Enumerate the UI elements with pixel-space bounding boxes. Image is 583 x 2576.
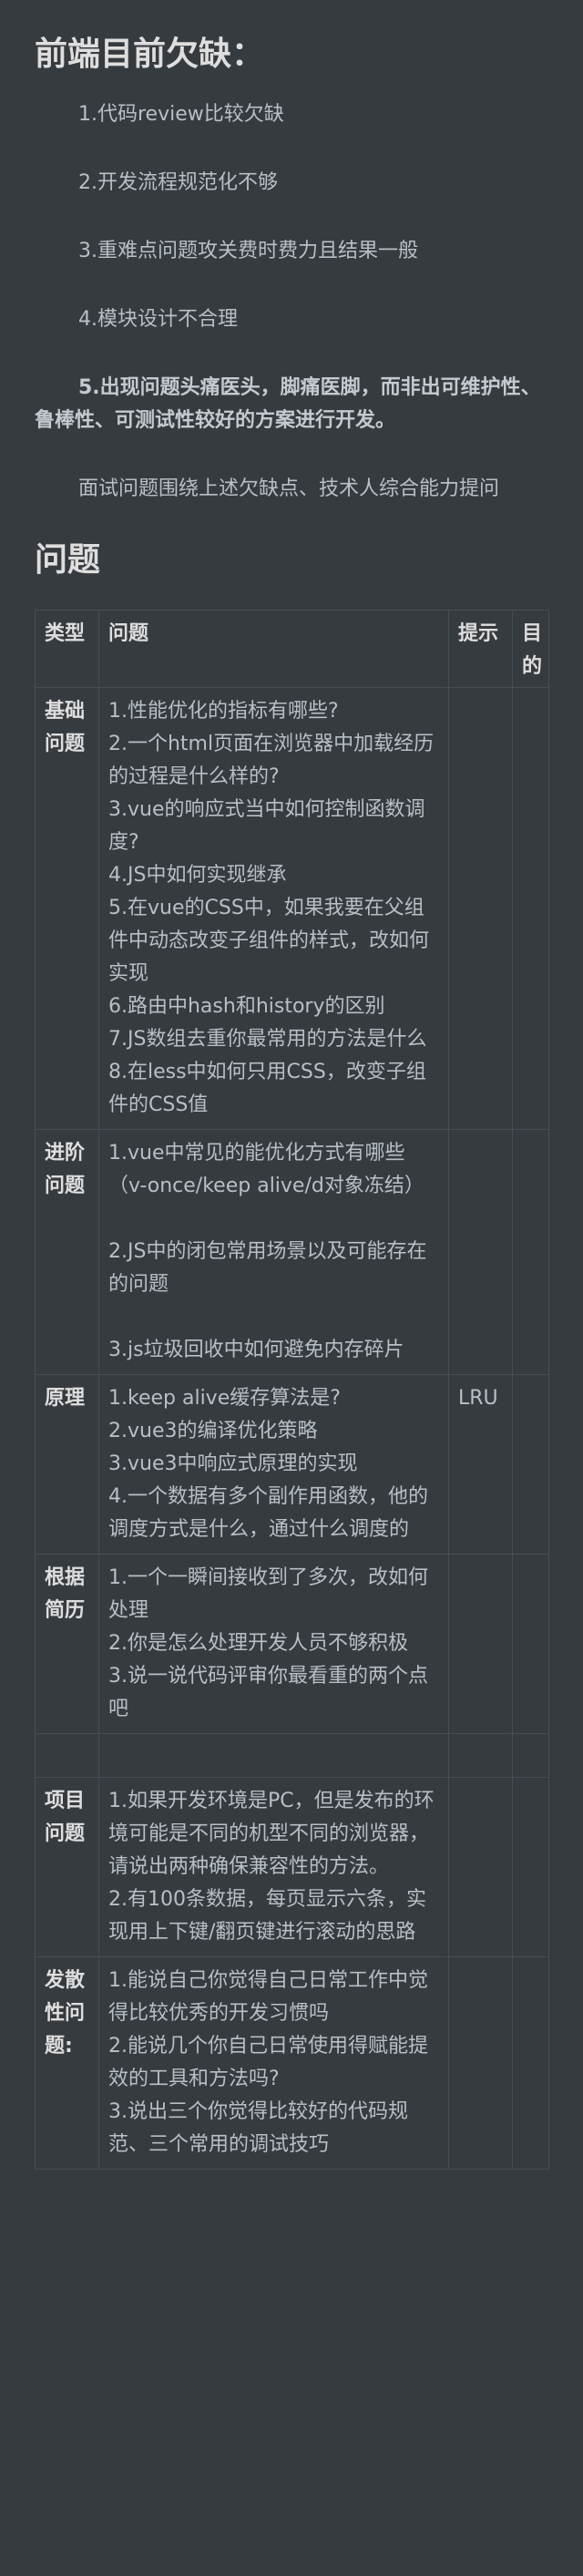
question-item: 1.性能优化的指标有哪些? bbox=[108, 700, 339, 723]
question-purpose bbox=[512, 1129, 549, 1375]
question-category: 原理 bbox=[35, 1374, 99, 1555]
question-category: 根据简历 bbox=[35, 1554, 99, 1734]
question-item: 3.vue3中响应式原理的实现 bbox=[108, 1452, 358, 1475]
question-item: 6.路由中hash和history的区别 bbox=[108, 995, 385, 1018]
question-item: 1.vue中常见的能优化方式有哪些（v-once/keep alive/d对象冻… bbox=[108, 1142, 424, 1197]
section-title-questions: 问题 bbox=[35, 541, 101, 579]
question-item: 3.说出三个你觉得比较好的代码规范、三个常用的调试技巧 bbox=[108, 2100, 408, 2156]
question-spacer bbox=[108, 1203, 437, 1236]
question-hint bbox=[448, 1956, 513, 2170]
question-item: 4.一个数据有多个副作用函数，他的调度方式是什么，通过什么调度的 bbox=[108, 1485, 428, 1541]
question-item: 2.有100条数据，每页显示六条，实现用上下键/翻页键进行滚动的思路 bbox=[108, 1888, 426, 1944]
question-category: 发散性问题: bbox=[35, 1956, 99, 2170]
questions-table: 类型 问题 提示 目的 基础问题 1.性能优化的指标有哪些? 2.一个html页面在… bbox=[35, 610, 549, 2170]
question-item: 1.keep alive缓存算法是? bbox=[108, 1387, 341, 1410]
question-item: 1.能说自己你觉得自己日常工作中觉得比较优秀的开发习惯吗 bbox=[108, 1969, 428, 2025]
question-hint bbox=[448, 1554, 513, 1734]
question-category bbox=[35, 1733, 99, 1778]
shortcomings-list: 1.代码review比较欠缺 2.开发流程规范化不够 3.重难点问题攻关费时费力… bbox=[35, 98, 548, 506]
table-header-row: 类型 问题 提示 目的 bbox=[35, 610, 549, 688]
question-item: 3.vue的响应式当中如何控制函数调度? bbox=[108, 798, 425, 854]
question-purpose bbox=[512, 1777, 549, 1957]
question-item: 8.在less中如何只用CSS，改变子组件的CSS值 bbox=[108, 1061, 426, 1116]
question-list: 1.keep alive缓存算法是? 2.vue3的编译优化策略 3.vue3中响应… bbox=[98, 1374, 449, 1555]
header-purpose: 目的 bbox=[512, 610, 549, 688]
question-list: 1.能说自己你觉得自己日常工作中觉得比较优秀的开发习惯吗 2.能说几个你自己日常使… bbox=[98, 1956, 449, 2170]
question-item: 2.一个html页面在浏览器中加载经历的过程是什么样的? bbox=[108, 733, 435, 788]
question-list: 1.vue中常见的能优化方式有哪些（v-once/keep alive/d对象冻… bbox=[98, 1129, 449, 1375]
question-item: 2.vue3的编译优化策略 bbox=[108, 1420, 318, 1442]
question-hint bbox=[448, 1777, 513, 1957]
question-list bbox=[98, 1733, 449, 1778]
question-spacer bbox=[108, 1301, 437, 1334]
question-hint bbox=[448, 1129, 513, 1375]
shortcoming-item: 5.出现问题头痛医头，脚痛医脚，而非出可维护性、鲁棒性、可测试性较好的方案进行开… bbox=[35, 376, 541, 432]
table-row bbox=[35, 1733, 549, 1778]
question-hint bbox=[448, 687, 513, 1130]
question-item: 3.说一说代码评审你最看重的两个点吧 bbox=[108, 1665, 428, 1720]
question-item: 4.JS中如何实现继承 bbox=[108, 864, 287, 887]
question-category: 进阶问题 bbox=[35, 1129, 99, 1375]
question-purpose bbox=[512, 687, 549, 1130]
shortcoming-item: 3.重难点问题攻关费时费力且结果一般 bbox=[78, 240, 418, 262]
table-body: 基础问题 1.性能优化的指标有哪些? 2.一个html页面在浏览器中加载经历的过程是… bbox=[35, 687, 549, 2170]
document-page: 前端目前欠缺： 1.代码review比较欠缺 2.开发流程规范化不够 3.重难点… bbox=[0, 0, 583, 2576]
table-row: 原理 1.keep alive缓存算法是? 2.vue3的编译优化策略 3.vue3中… bbox=[35, 1374, 549, 1555]
question-item: 2.你是怎么处理开发人员不够积极 bbox=[108, 1632, 408, 1655]
question-item: 2.JS中的闭包常用场景以及可能存在的问题 bbox=[108, 1240, 427, 1296]
header-question: 问题 bbox=[98, 610, 449, 688]
question-purpose bbox=[512, 1554, 549, 1734]
question-purpose bbox=[512, 1733, 549, 1778]
header-type: 类型 bbox=[35, 610, 99, 688]
question-list: 1.性能优化的指标有哪些? 2.一个html页面在浏览器中加载经历的过程是什么样的… bbox=[98, 687, 449, 1130]
question-item: 1.如果开发环境是PC，但是发布的环境可能是不同的机型不同的浏览器，请说出两种确… bbox=[108, 1790, 435, 1878]
table-row: 根据简历 1.一个一瞬间接收到了多次，改如何处理 2.你是怎么处理开发人员不够积极 3… bbox=[35, 1554, 549, 1734]
table-row: 基础问题 1.性能优化的指标有哪些? 2.一个html页面在浏览器中加载经历的过程是… bbox=[35, 687, 549, 1130]
interview-note: 面试问题围绕上述欠缺点、技术人综合能力提问 bbox=[78, 477, 500, 500]
question-item: 3.js垃圾回收中如何避免内存碎片 bbox=[108, 1339, 404, 1361]
question-category: 项目问题 bbox=[35, 1777, 99, 1957]
question-item: 1.一个一瞬间接收到了多次，改如何处理 bbox=[108, 1566, 428, 1622]
section-title-shortcomings: 前端目前欠缺： bbox=[35, 36, 265, 73]
question-item: 2.能说几个你自己日常使用得赋能提效的工具和方法吗? bbox=[108, 2035, 428, 2090]
question-purpose bbox=[512, 1374, 549, 1555]
question-hint bbox=[448, 1733, 513, 1778]
table-row: 发散性问题: 1.能说自己你觉得自己日常工作中觉得比较优秀的开发习惯吗 2.能说几个… bbox=[35, 1956, 549, 2170]
question-item: 7.JS数组去重你最常用的方法是什么 bbox=[108, 1028, 427, 1051]
shortcoming-item: 1.代码review比较欠缺 bbox=[78, 103, 284, 126]
question-list: 1.一个一瞬间接收到了多次，改如何处理 2.你是怎么处理开发人员不够积极 3.说一说… bbox=[98, 1554, 449, 1734]
shortcoming-item: 2.开发流程规范化不够 bbox=[78, 171, 278, 194]
question-list: 1.如果开发环境是PC，但是发布的环境可能是不同的机型不同的浏览器，请说出两种确… bbox=[98, 1777, 449, 1957]
question-item: 5.在vue的CSS中，如果我要在父组件中动态改变子组件的样式，改如何实现 bbox=[108, 897, 430, 985]
header-hint: 提示 bbox=[448, 610, 513, 688]
question-hint: LRU bbox=[448, 1374, 513, 1555]
question-category: 基础问题 bbox=[35, 687, 99, 1130]
table-row: 进阶问题 1.vue中常见的能优化方式有哪些（v-once/keep alive/… bbox=[35, 1129, 549, 1375]
table-row: 项目问题 1.如果开发环境是PC，但是发布的环境可能是不同的机型不同的浏览器，请说… bbox=[35, 1777, 549, 1957]
question-purpose bbox=[512, 1956, 549, 2170]
shortcoming-item: 4.模块设计不合理 bbox=[78, 308, 238, 331]
